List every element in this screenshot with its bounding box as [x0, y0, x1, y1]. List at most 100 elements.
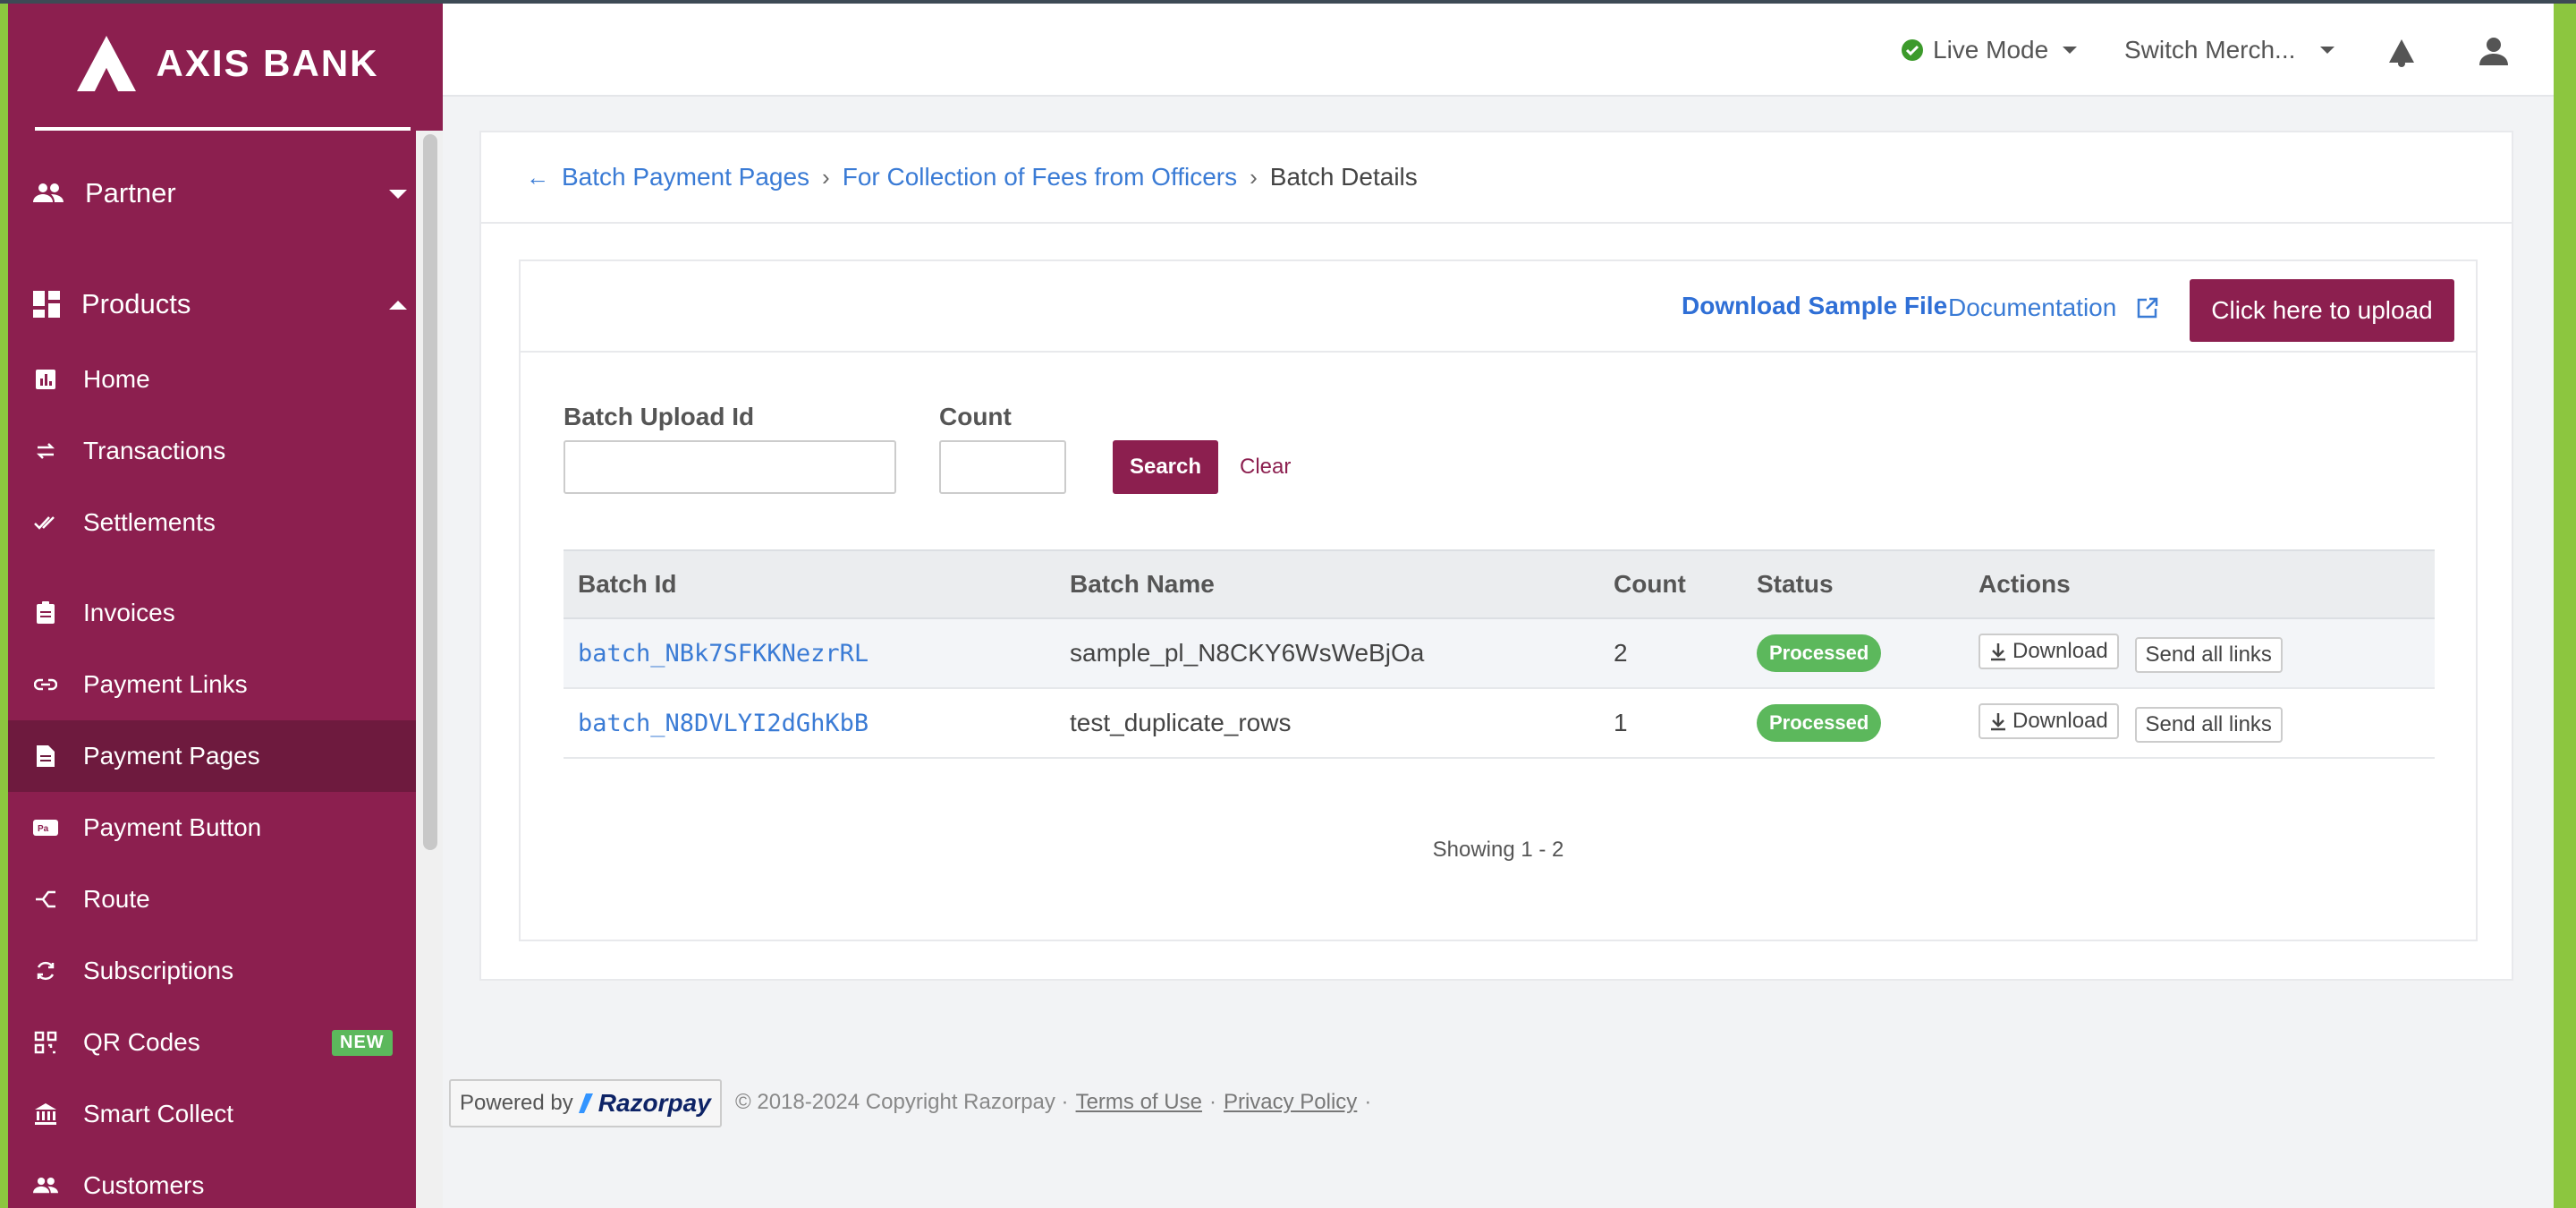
- sidebar-group-label: Products: [81, 288, 191, 319]
- sidebar-group-label: Partner: [85, 177, 176, 208]
- documentation-link[interactable]: Documentation: [1948, 293, 2159, 322]
- table-row: batch_N8DVLYI2dGhKbB test_duplicate_rows…: [564, 688, 2435, 759]
- sidebar-item-invoices[interactable]: Invoices: [8, 577, 416, 649]
- sidebar-item-settlements[interactable]: Settlements: [8, 487, 416, 558]
- sidebar-item-label: Subscriptions: [83, 957, 234, 984]
- dashboard-icon: [33, 291, 60, 318]
- column-header-batch-id[interactable]: Batch Id: [564, 549, 1055, 619]
- pagination-info: Showing 1 - 2: [1432, 838, 1564, 862]
- count-label: Count: [939, 403, 1012, 430]
- window-right-border: [2554, 0, 2576, 1208]
- sidebar-item-qr-codes[interactable]: QR Codes NEW: [8, 1007, 416, 1078]
- sidebar-item-payment-button[interactable]: Pa Payment Button: [8, 792, 416, 863]
- send-all-links-button[interactable]: Send all links: [2134, 637, 2283, 673]
- qr-icon: [33, 1030, 58, 1055]
- breadcrumb-current: Batch Details: [1269, 163, 1418, 191]
- sidebar-item-subscriptions[interactable]: Subscriptions: [8, 935, 416, 1007]
- clipboard-icon: [33, 600, 58, 625]
- clear-button[interactable]: Clear: [1240, 455, 1291, 480]
- batch-id-link[interactable]: batch_N8DVLYI2dGhKbB: [578, 710, 869, 737]
- brand-name: AXIS BANK: [156, 42, 379, 84]
- new-badge: NEW: [332, 1029, 393, 1056]
- sidebar-item-transactions[interactable]: Transactions: [8, 415, 416, 487]
- sidebar-item-route[interactable]: Route: [8, 863, 416, 935]
- powered-by-razorpay[interactable]: Powered by Razorpay: [449, 1079, 722, 1127]
- batch-name-cell: test_duplicate_rows: [1055, 688, 1599, 759]
- notifications-button[interactable]: [2385, 38, 2418, 68]
- sidebar-item-payment-links[interactable]: Payment Links: [8, 649, 416, 720]
- documentation-label: Documentation: [1948, 293, 2117, 321]
- razorpay-brand: Razorpay: [597, 1089, 711, 1117]
- copyright-text: © 2018-2024 Copyright Razorpay ·: [735, 1090, 1069, 1114]
- column-header-status[interactable]: Status: [1742, 549, 1964, 619]
- chevron-down-icon: [2320, 47, 2335, 54]
- batch-upload-id-label: Batch Upload Id: [564, 403, 755, 430]
- brand-logo[interactable]: AXIS BANK: [35, 0, 411, 131]
- top-bar: Live Mode Switch Merch...: [443, 4, 2554, 97]
- swap-icon: [33, 438, 58, 464]
- batch-list-panel: Download Sample File Documentation Click…: [519, 259, 2478, 941]
- batch-upload-id-input[interactable]: [564, 440, 896, 494]
- send-all-links-button[interactable]: Send all links: [2134, 707, 2283, 743]
- sidebar-item-label: Payment Button: [83, 813, 262, 841]
- sidebar-item-label: Customers: [83, 1171, 205, 1199]
- sidebar-group-partner[interactable]: Partner: [33, 177, 407, 209]
- count-cell: 2: [1599, 618, 1742, 689]
- megaphone-icon: [2389, 39, 2414, 67]
- download-sample-link[interactable]: Download Sample File: [1682, 292, 1947, 320]
- axis-logo-icon: [77, 36, 137, 91]
- switch-merchant-dropdown[interactable]: Switch Merch...: [2124, 36, 2335, 64]
- sidebar-item-smart-collect[interactable]: Smart Collect: [8, 1078, 416, 1150]
- window-top-border: [0, 0, 2576, 4]
- breadcrumb-batch-payment-pages[interactable]: Batch Payment Pages: [562, 163, 809, 191]
- sidebar-scrollbar[interactable]: [423, 134, 437, 850]
- sidebar-item-label: Transactions: [83, 437, 226, 464]
- column-header-batch-name[interactable]: Batch Name: [1055, 549, 1599, 619]
- sidebar-item-label: Home: [83, 365, 150, 393]
- link-icon: [33, 672, 58, 697]
- breadcrumb-page-name[interactable]: For Collection of Fees from Officers: [843, 163, 1237, 191]
- batch-name-cell: sample_pl_N8CKY6WsWeBjOa: [1055, 618, 1599, 689]
- sidebar-item-home[interactable]: Home: [8, 344, 416, 415]
- footer-copyright: © 2018-2024 Copyright Razorpay · Terms o…: [735, 1090, 1371, 1115]
- table-header-row: Batch Id Batch Name Count Status Actions: [564, 549, 2435, 619]
- column-header-count[interactable]: Count: [1599, 549, 1742, 619]
- count-input[interactable]: [939, 440, 1066, 494]
- svg-text:Pa: Pa: [38, 824, 49, 834]
- powered-by-label: Powered by: [460, 1091, 573, 1115]
- sidebar-item-label: Payment Pages: [83, 742, 260, 770]
- chart-icon: [33, 367, 58, 392]
- download-button[interactable]: Download: [1979, 703, 2119, 739]
- divider: [481, 222, 2512, 224]
- sidebar-item-label: Smart Collect: [83, 1100, 234, 1127]
- panel-header: Download Sample File Documentation Click…: [521, 261, 2476, 353]
- search-button[interactable]: Search: [1113, 440, 1218, 494]
- privacy-policy-link[interactable]: Privacy Policy: [1224, 1090, 1357, 1115]
- user-menu-button[interactable]: [2479, 36, 2509, 66]
- status-badge: Processed: [1757, 704, 1882, 742]
- batch-id-link[interactable]: batch_NBk7SFKKNezrRL: [578, 640, 869, 668]
- document-icon: [33, 744, 58, 769]
- back-arrow-icon[interactable]: ←: [526, 164, 549, 191]
- breadcrumb: ← Batch Payment Pages › For Collection o…: [526, 163, 1418, 191]
- terms-of-use-link[interactable]: Terms of Use: [1076, 1090, 1202, 1115]
- chevron-up-icon: [389, 301, 407, 310]
- check-circle-icon: [1902, 39, 1923, 61]
- column-header-actions: Actions: [1964, 549, 2435, 619]
- sidebar-item-customers[interactable]: Customers: [8, 1150, 416, 1208]
- download-icon: [1991, 713, 2005, 731]
- batch-table: Batch Id Batch Name Count Status Actions…: [564, 549, 2435, 759]
- live-mode-dropdown[interactable]: Live Mode: [1901, 36, 2078, 64]
- double-check-icon: [33, 510, 58, 535]
- sidebar-item-payment-pages[interactable]: Payment Pages: [8, 720, 416, 792]
- upload-button[interactable]: Click here to upload: [2190, 279, 2454, 342]
- batch-details-card: ← Batch Payment Pages › For Collection o…: [479, 131, 2513, 981]
- sidebar-item-label: Route: [83, 885, 150, 913]
- people-icon: [33, 1173, 58, 1198]
- user-icon: [2479, 38, 2508, 65]
- chevron-down-icon: [2063, 47, 2078, 54]
- sidebar-group-products[interactable]: Products: [33, 288, 407, 320]
- sidebar-item-label: Payment Links: [83, 670, 248, 698]
- download-button[interactable]: Download: [1979, 634, 2119, 669]
- chevron-right-icon: ›: [822, 163, 830, 191]
